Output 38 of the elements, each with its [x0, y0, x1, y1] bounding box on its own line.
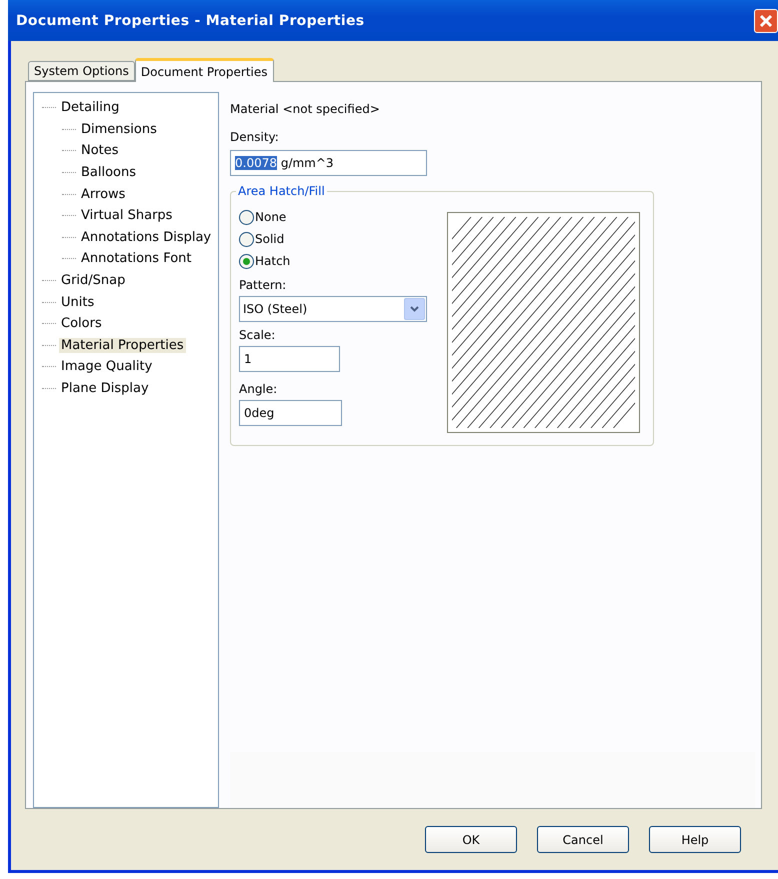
tree-item[interactable]: Dimensions [79, 122, 159, 137]
tree-item[interactable]: Annotations Display [79, 230, 214, 245]
field-label: Density: [230, 130, 280, 144]
radio-label: Hatch [255, 254, 290, 268]
dialog-button[interactable]: OK [425, 826, 517, 853]
close-icon [759, 14, 773, 28]
tab[interactable]: Document Properties [134, 58, 274, 82]
tree-item[interactable]: Virtual Sharps [79, 208, 174, 224]
material-label: Material <not specified> [230, 102, 381, 116]
tree-item[interactable]: Arrows [79, 186, 128, 202]
dialog-button[interactable]: Help [649, 826, 741, 853]
radio-label: Solid [255, 232, 284, 246]
field-label: Angle: [239, 382, 278, 396]
group-title: Area Hatch/Fill [237, 184, 326, 198]
tree-item[interactable]: Notes [79, 143, 121, 158]
tree-item[interactable]: Balloons [79, 165, 138, 180]
radio-button[interactable] [239, 232, 254, 246]
window-title: Document Properties - Material Properties [16, 12, 364, 28]
density-field[interactable]: 0.0078 g/mm^3 [230, 150, 427, 176]
radio-label: None [255, 210, 286, 224]
close-button[interactable] [754, 8, 778, 32]
dialog-button[interactable]: Cancel [537, 826, 629, 853]
tree-item[interactable]: Grid/Snap [59, 273, 128, 288]
radio-button[interactable] [239, 210, 254, 224]
tree-item[interactable]: Plane Display [59, 381, 151, 396]
tree-item[interactable]: Colors [59, 316, 104, 332]
field-label: Pattern: [239, 278, 288, 292]
tree-item[interactable]: Detailing [59, 100, 122, 116]
angle-field[interactable]: 0deg [239, 400, 342, 426]
tab[interactable]: System Options [28, 61, 135, 81]
tree-item[interactable]: Image Quality [59, 359, 154, 374]
pattern-dropdown[interactable]: ISO (Steel) [239, 296, 427, 322]
radio-button[interactable] [239, 254, 254, 268]
tree-item[interactable]: Annotations Font [79, 251, 194, 266]
tree-item[interactable]: Units [59, 294, 96, 310]
tree-item[interactable]: Material Properties [59, 338, 186, 353]
scale-field[interactable]: 1 [239, 346, 340, 372]
field-label: Scale: [239, 328, 276, 342]
